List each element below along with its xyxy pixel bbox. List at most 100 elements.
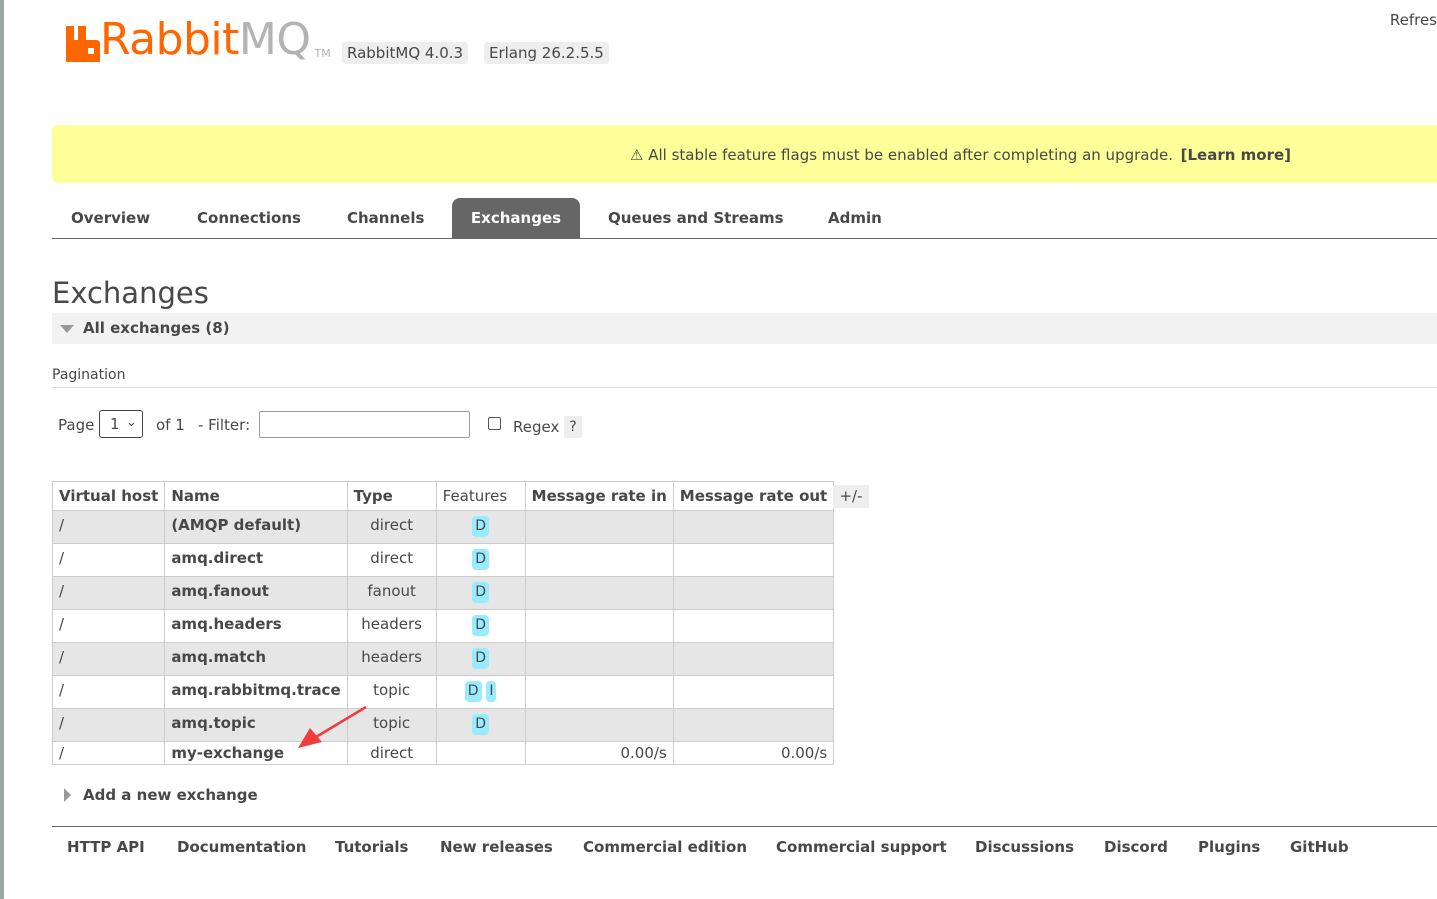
exchange-name-link[interactable]: amq.headers <box>164 609 348 643</box>
footer-link-github[interactable]: GitHub <box>1290 838 1349 856</box>
footer-link-commercial-support[interactable]: Commercial support <box>776 838 947 856</box>
exchange-name-link[interactable]: amq.fanout <box>164 576 348 610</box>
page-select-value: 1 <box>110 415 120 433</box>
rate-out-cell <box>672 609 835 643</box>
table-row[interactable]: / my-exchange direct 0.00/s 0.00/s <box>51 741 835 765</box>
exchange-name-link[interactable]: amq.direct <box>164 543 348 577</box>
erlang-version-badge: Erlang 26.2.5.5 <box>484 42 609 64</box>
rate-in-cell: 0.00/s <box>524 741 674 765</box>
footer-links: HTTP API Documentation Tutorials New rel… <box>52 836 1437 858</box>
column-message-rate-out[interactable]: Message rate out <box>672 481 835 511</box>
vhost-cell: / <box>51 708 166 742</box>
collapse-triangle-icon <box>60 325 74 333</box>
rate-in-cell <box>524 576 674 610</box>
tab-exchanges[interactable]: Exchanges <box>452 198 580 238</box>
expand-triangle-icon <box>64 788 71 802</box>
features-cell: D I <box>435 675 526 709</box>
footer-link-tutorials[interactable]: Tutorials <box>335 838 408 856</box>
rate-in-cell <box>524 642 674 676</box>
vhost-cell: / <box>51 609 166 643</box>
features-cell: D <box>435 510 526 544</box>
table-row[interactable]: / amq.direct direct D <box>51 543 835 577</box>
add-new-exchange-toggle[interactable]: Add a new exchange <box>83 786 258 804</box>
column-features: Features <box>435 481 526 511</box>
rabbitmq-logo-icon <box>66 26 100 62</box>
column-virtual-host[interactable]: Virtual host <box>51 481 166 511</box>
feature-chip-internal: I <box>486 681 497 702</box>
vhost-cell: / <box>51 741 166 765</box>
vhost-cell: / <box>51 510 166 544</box>
vhost-cell: / <box>51 543 166 577</box>
table-row[interactable]: / amq.topic topic D <box>51 708 835 742</box>
page-select[interactable]: 1 ⌄ <box>99 410 143 438</box>
type-cell: direct <box>346 543 437 577</box>
rate-out-cell <box>672 543 835 577</box>
regex-help-button[interactable]: ? <box>564 416 582 438</box>
chevron-down-icon: ⌄ <box>126 415 137 430</box>
filter-label: - Filter: <box>198 416 251 434</box>
features-cell: D <box>435 609 526 643</box>
rabbitmq-logo[interactable]: Rabbit MQ TM <box>66 18 331 62</box>
rate-out-cell <box>672 576 835 610</box>
table-header-row: Virtual host Name Type Features Message … <box>51 481 835 511</box>
refresh-selector[interactable]: Refres <box>1390 11 1437 29</box>
feature-chip-durable: D <box>472 615 490 636</box>
rate-out-cell <box>672 675 835 709</box>
learn-more-link[interactable]: [Learn more] <box>1181 146 1291 164</box>
rate-in-cell <box>524 675 674 709</box>
exchanges-table: Virtual host Name Type Features Message … <box>51 481 835 765</box>
footer-link-commercial-edition[interactable]: Commercial edition <box>583 838 747 856</box>
regex-label: Regex <box>513 418 560 436</box>
column-type[interactable]: Type <box>346 481 437 511</box>
filter-input[interactable] <box>259 411 470 438</box>
columns-toggle-button[interactable]: +/- <box>833 485 869 508</box>
exchange-name-link[interactable]: amq.match <box>164 642 348 676</box>
exchange-name-link[interactable]: (AMQP default) <box>164 510 348 544</box>
page-title: Exchanges <box>52 276 209 310</box>
page-label: Page <box>58 416 95 434</box>
feature-chip-durable: D <box>472 516 490 537</box>
tab-queues-and-streams[interactable]: Queues and Streams <box>590 198 802 238</box>
type-cell: direct <box>346 510 437 544</box>
type-cell: fanout <box>346 576 437 610</box>
footer-link-new-releases[interactable]: New releases <box>440 838 553 856</box>
features-cell: D <box>435 708 526 742</box>
rate-out-cell <box>672 708 835 742</box>
table-row[interactable]: / amq.rabbitmq.trace topic D I <box>51 675 835 709</box>
tab-channels[interactable]: Channels <box>329 198 442 238</box>
footer-link-discord[interactable]: Discord <box>1104 838 1168 856</box>
pagination-divider <box>52 387 1437 388</box>
page-count-label: of 1 <box>156 416 185 434</box>
rate-out-cell <box>672 510 835 544</box>
rate-in-cell <box>524 543 674 577</box>
features-cell: D <box>435 642 526 676</box>
column-name[interactable]: Name <box>164 481 348 511</box>
regex-checkbox[interactable] <box>488 417 501 430</box>
footer-link-plugins[interactable]: Plugins <box>1198 838 1260 856</box>
feature-chip-durable: D <box>472 549 490 570</box>
column-message-rate-in[interactable]: Message rate in <box>524 481 674 511</box>
features-cell <box>435 741 526 765</box>
rate-out-cell: 0.00/s <box>672 741 835 765</box>
features-cell: D <box>435 576 526 610</box>
feature-chip-durable: D <box>472 648 490 669</box>
footer-link-http-api[interactable]: HTTP API <box>67 838 145 856</box>
type-cell: headers <box>346 642 437 676</box>
table-row[interactable]: / amq.match headers D <box>51 642 835 676</box>
main-navigation: Overview Connections Channels Exchanges … <box>52 198 1437 239</box>
all-exchanges-section-toggle[interactable]: All exchanges (8) <box>52 313 1437 344</box>
feature-chip-durable: D <box>472 714 490 735</box>
table-row[interactable]: / amq.fanout fanout D <box>51 576 835 610</box>
logo-trademark: TM <box>314 47 331 60</box>
annotation-arrow <box>298 705 367 748</box>
window-left-edge <box>0 0 4 899</box>
tab-connections[interactable]: Connections <box>179 198 319 238</box>
rate-in-cell <box>524 708 674 742</box>
footer-link-discussions[interactable]: Discussions <box>975 838 1074 856</box>
tab-admin[interactable]: Admin <box>810 198 900 238</box>
table-row[interactable]: / amq.headers headers D <box>51 609 835 643</box>
feature-flags-warning: ⚠ All stable feature flags must be enabl… <box>52 125 1437 183</box>
footer-link-documentation[interactable]: Documentation <box>177 838 306 856</box>
table-row[interactable]: / (AMQP default) direct D <box>51 510 835 544</box>
tab-overview[interactable]: Overview <box>53 198 168 238</box>
